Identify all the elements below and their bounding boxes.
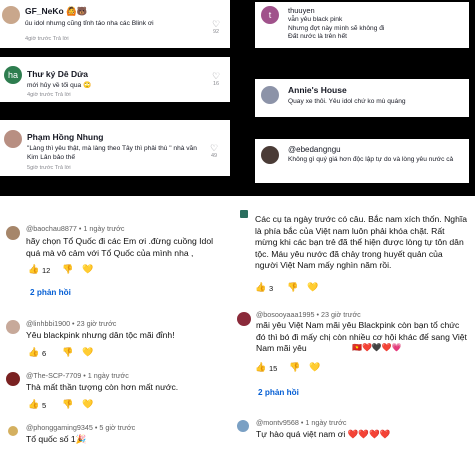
- thumbs-down-icon[interactable]: 👎: [289, 362, 300, 373]
- avatar[interactable]: [8, 426, 18, 436]
- commenter-name[interactable]: Thư ký Dê Dứa: [27, 69, 88, 79]
- thumbs-up-icon[interactable]: 👍: [255, 282, 266, 293]
- thumbs-up-icon[interactable]: 👍: [255, 362, 266, 373]
- like-count: 15: [269, 364, 278, 373]
- comment-author[interactable]: @linhbbi1900 • 23 giờ trước: [26, 319, 116, 328]
- comment-text: Các cụ ta ngày trước có câu. Bắc nam xíc…: [255, 214, 468, 270]
- comment-text: Tổ quốc số 1🎉: [26, 434, 87, 444]
- avatar-letter: ha: [7, 70, 18, 80]
- heart-icon: ♡: [209, 143, 219, 153]
- commenter-name[interactable]: Phạm Hồng Nhung: [27, 132, 104, 142]
- heart-icon: ♡: [211, 71, 221, 81]
- thumbs-down-icon[interactable]: 👎: [62, 347, 73, 358]
- comment-author[interactable]: @bosooyaaa1995 • 23 giờ trước: [256, 310, 361, 319]
- tiktok-comment-2: ha Thư ký Dê Dứa mới hủy về tối qua 🙄 4g…: [0, 57, 230, 102]
- creator-heart-icon: 💛: [307, 282, 319, 292]
- avatar[interactable]: [6, 372, 20, 386]
- like-button[interactable]: ♡ 49: [204, 143, 224, 160]
- avatar[interactable]: [261, 146, 279, 164]
- name-emoji: 🙆🐻: [66, 6, 88, 16]
- comment-text: Tự hào quá việt nam ơi ❤️❤️❤️❤️: [256, 429, 391, 439]
- commenter-name[interactable]: GF_NeKo: [25, 6, 64, 16]
- avatar[interactable]: ha: [4, 66, 22, 84]
- commenter-name[interactable]: Annie's House: [288, 85, 347, 95]
- comment-text: Yêu blackpink nhưng dân tộc mãi đỉnh!: [26, 330, 175, 340]
- comment-text: mới hủy về tối qua 🙄: [27, 82, 92, 89]
- creator-heart-icon: 💛: [82, 347, 94, 357]
- comment-meta[interactable]: 4giờ trước Trả lời: [25, 36, 69, 42]
- youtube-comments-section: @baochau8877 • 1 ngày trước hãy chọn Tổ …: [0, 196, 475, 451]
- comment-text: "Làng thì yêu thật, mà làng theo Tây thì…: [27, 145, 197, 161]
- comment-meta[interactable]: 4giờ trước Trả lời: [27, 92, 71, 98]
- thumbs-down-icon[interactable]: 👎: [287, 282, 298, 293]
- tiktok-comment-1: GF_NeKo 🙆🐻 ủu idol nhưng cũng tỉnh táo n…: [0, 0, 230, 48]
- thumbs-up-icon[interactable]: 👍: [28, 399, 39, 410]
- thumbs-up-icon[interactable]: 👍: [28, 264, 39, 275]
- comment-author[interactable]: @montv9568 • 1 ngày trước: [256, 418, 346, 427]
- like-count: 5: [42, 401, 47, 410]
- like-count: 3: [269, 284, 274, 293]
- comment-author[interactable]: @baochau8877 • 1 ngày trước: [26, 224, 124, 233]
- comment-text: vẫn yêu black pink Nhưng đợt này mình sẽ…: [288, 16, 385, 40]
- creator-heart-icon: 💛: [309, 362, 321, 372]
- replies-button[interactable]: 2 phản hồi: [30, 288, 71, 297]
- creator-heart-icon: 💛: [82, 264, 94, 274]
- like-count: 49: [210, 153, 218, 159]
- avatar[interactable]: [2, 6, 20, 24]
- avatar[interactable]: t: [261, 6, 279, 24]
- commenter-name[interactable]: @ebedangngu: [288, 145, 341, 154]
- thumbs-down-icon[interactable]: 👎: [62, 399, 73, 410]
- replies-button[interactable]: 2 phản hồi: [258, 388, 299, 397]
- comment-author[interactable]: @phonggaming9345 • 5 giờ trước: [26, 423, 135, 432]
- comment-text: hãy chọn Tổ Quốc đi các Em ơi .đừng cuồn…: [26, 236, 214, 258]
- avatar[interactable]: [261, 86, 279, 104]
- avatar[interactable]: [237, 420, 249, 432]
- avatar-letter: t: [268, 10, 272, 20]
- like-count: 16: [212, 81, 220, 87]
- tiktok-comment-5: Annie's House Quay xe thôi. Yêu idol chứ…: [255, 79, 469, 117]
- like-button[interactable]: ♡ 16: [206, 71, 226, 88]
- tiktok-comment-4: t thuuyen vẫn yêu black pink Nhưng đợt n…: [255, 2, 469, 48]
- like-button[interactable]: ♡ 92: [206, 19, 226, 36]
- comment-meta[interactable]: 5giờ trước Trả lời: [27, 165, 71, 171]
- commenter-name[interactable]: thuuyen: [288, 6, 315, 15]
- thumbs-up-icon[interactable]: 👍: [28, 347, 39, 358]
- avatar[interactable]: [237, 312, 251, 326]
- comment-text: Không gì quý giá hơn độc lập tự do và lò…: [288, 156, 454, 163]
- heart-emoji-row: 🇻🇳❤️🖤❤️💗: [352, 343, 402, 352]
- like-count: 6: [42, 349, 47, 358]
- avatar[interactable]: [6, 226, 20, 240]
- tiktok-comment-6: @ebedangngu Không gì quý giá hơn độc lập…: [255, 139, 469, 183]
- creator-heart-icon: 💛: [82, 399, 94, 409]
- avatar[interactable]: [6, 320, 20, 334]
- avatar[interactable]: [4, 130, 22, 148]
- thumbs-down-icon[interactable]: 👎: [62, 264, 73, 275]
- tiktok-comment-3: Phạm Hồng Nhung "Làng thì yêu thật, mà l…: [0, 120, 230, 176]
- like-count: 12: [42, 266, 51, 275]
- comment-text: Quay xe thôi. Yêu idol chứ ko mù quáng: [288, 98, 406, 105]
- like-count: 92: [212, 29, 220, 35]
- comment-text: ủu idol nhưng cũng tỉnh táo nha các Blin…: [25, 20, 154, 27]
- comment-author[interactable]: @The-SCP-7709 • 1 ngày trước: [26, 371, 129, 380]
- avatar[interactable]: [240, 210, 248, 218]
- comment-text: Thà mất thần tượng còn hơn mất nước.: [26, 382, 179, 392]
- heart-icon: ♡: [211, 19, 221, 29]
